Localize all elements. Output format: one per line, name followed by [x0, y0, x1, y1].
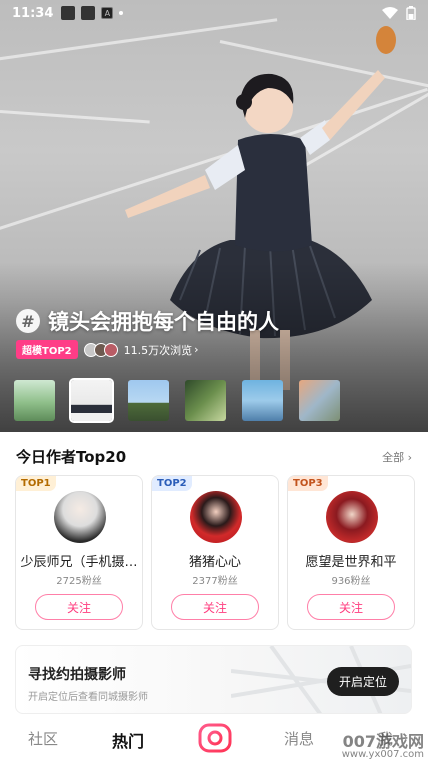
section-title: 今日作者Top20	[16, 448, 127, 466]
fan-count: 2725粉丝	[56, 576, 102, 587]
thumbnail[interactable]	[128, 380, 169, 421]
wifi-icon	[382, 7, 398, 19]
tab-hot[interactable]: 热门	[112, 728, 144, 752]
follow-button[interactable]: 关注	[171, 594, 259, 620]
topic-title: 镜头会拥抱每个自由的人	[48, 310, 279, 334]
fan-count: 936粉丝	[331, 576, 371, 587]
battery-icon	[406, 6, 416, 20]
thumbnail[interactable]	[299, 380, 340, 421]
view-count: 11.5万次浏览	[123, 343, 193, 357]
avatar[interactable]	[54, 491, 106, 543]
dot-icon	[119, 11, 124, 15]
thumbnail[interactable]	[242, 380, 283, 421]
avatar	[103, 342, 118, 357]
locate-banner[interactable]: 寻找约拍摄影师 开启定位后查看同城摄影师 开启定位	[15, 645, 412, 714]
notification-icon	[81, 6, 96, 20]
camera-icon[interactable]	[198, 722, 232, 754]
rank-badge: 超模TOP2	[16, 340, 78, 359]
author-card[interactable]: TOP1 少辰师兄（手机摄… 2725粉丝 关注	[15, 475, 143, 630]
notification-icon	[61, 6, 76, 20]
a-icon: A	[101, 7, 114, 19]
locate-subtitle: 开启定位后查看同城摄影师	[28, 692, 148, 703]
hero-banner[interactable]: 11:34 A # 镜头会拥抱每个自由的人 超模TOP2 11.5万次浏览 ›	[0, 0, 428, 432]
watermark: 007游戏网 www.yx007.com	[342, 734, 424, 760]
avatar[interactable]	[190, 491, 242, 543]
author-name: 愿望是世界和平	[305, 555, 397, 570]
author-card[interactable]: TOP2 猪猪心心 2377粉丝 关注	[151, 475, 279, 630]
thumbnail[interactable]	[14, 380, 55, 421]
tab-community[interactable]: 社区	[28, 728, 58, 749]
author-name: 少辰师兄（手机摄…	[20, 555, 138, 570]
avatar[interactable]	[326, 491, 378, 543]
topic-header[interactable]: # 镜头会拥抱每个自由的人	[16, 306, 279, 336]
locate-title: 寻找约拍摄影师	[28, 667, 126, 683]
viewer-avatars	[83, 342, 118, 357]
rank-tag: TOP2	[152, 476, 192, 491]
rank-tag: TOP1	[16, 476, 56, 491]
enable-location-button[interactable]: 开启定位	[327, 667, 399, 696]
chevron-right-icon: ›	[194, 343, 199, 356]
top20-header: 今日作者Top20 全部 ›	[16, 446, 412, 467]
thumbnail-active[interactable]	[69, 378, 114, 423]
fan-count: 2377粉丝	[192, 576, 238, 587]
view-all-link[interactable]: 全部 ›	[382, 449, 412, 465]
status-bar: 11:34 A	[0, 0, 428, 26]
author-name: 猪猪心心	[188, 555, 241, 570]
status-time: 11:34	[12, 5, 54, 21]
thumbnail[interactable]	[185, 380, 226, 421]
thumbnail-strip	[14, 378, 340, 423]
rank-tag: TOP3	[288, 476, 328, 491]
topic-meta[interactable]: 超模TOP2 11.5万次浏览 ›	[16, 340, 199, 359]
bottom-tabbar: 社区 热门 消息 我 007游戏网 www.yx007.com	[0, 714, 428, 762]
follow-button[interactable]: 关注	[307, 594, 395, 620]
watermark-url: www.yx007.com	[341, 749, 424, 760]
author-list: TOP1 少辰师兄（手机摄… 2725粉丝 关注 TOP2 猪猪心心 2377粉…	[15, 475, 415, 630]
follow-button[interactable]: 关注	[35, 594, 123, 620]
hashtag-icon: #	[16, 309, 40, 333]
author-card[interactable]: TOP3 愿望是世界和平 936粉丝 关注	[287, 475, 415, 630]
tab-messages[interactable]: 消息	[284, 728, 314, 749]
